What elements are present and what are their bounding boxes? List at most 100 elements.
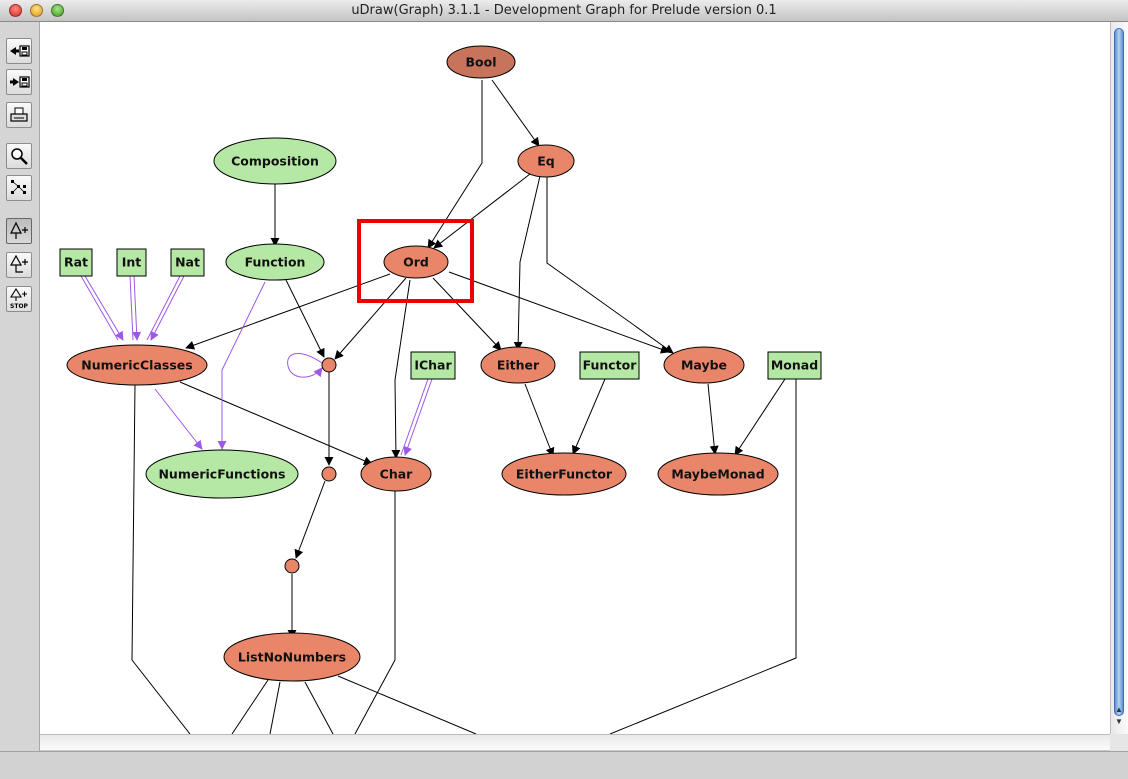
edge-either-eitherfunctor xyxy=(524,383,555,457)
edge-list-down-2 xyxy=(269,681,281,734)
graph-nodes: Bool Eq Composition Function Ord Rat Int… xyxy=(59,45,822,682)
edge-monad-down xyxy=(609,379,797,734)
development-graph: Bool Eq Composition Function Ord Rat Int… xyxy=(59,45,822,734)
definition-links xyxy=(131,79,797,734)
node-bool[interactable]: Bool xyxy=(446,45,516,79)
status-bar xyxy=(0,751,1128,779)
edge-ord-char xyxy=(391,279,411,459)
vertical-scrollbar[interactable]: ▲ ▼ xyxy=(1110,22,1128,734)
node-composition[interactable]: Composition xyxy=(213,137,337,185)
improve-layout-button[interactable] xyxy=(6,252,32,278)
layout-graph-button[interactable] xyxy=(6,175,32,201)
node-ichar[interactable]: IChar xyxy=(410,351,456,380)
layout-graph-icon xyxy=(11,180,26,194)
edge-node2-node3 xyxy=(294,480,326,559)
save-graph-button[interactable] xyxy=(6,69,32,95)
edge-int-numericclasses-b xyxy=(132,275,142,341)
window-title: uDraw(Graph) 3.1.1 - Development Graph f… xyxy=(351,3,777,18)
edge-function-numericfunctions xyxy=(217,281,266,450)
node-nat[interactable]: Nat xyxy=(170,248,205,277)
save-graph-icon xyxy=(10,76,30,88)
edge-maybe-maybemonad xyxy=(707,383,719,455)
vertical-scroll-thumb[interactable] xyxy=(1114,28,1124,716)
edge-ichar-char-b xyxy=(403,378,433,456)
node-numericclasses[interactable]: NumericClasses xyxy=(66,344,208,386)
node-monad[interactable]: Monad xyxy=(767,351,822,380)
node-internal-1[interactable] xyxy=(321,357,337,373)
load-graph-button[interactable] xyxy=(6,38,32,64)
print-button[interactable] xyxy=(6,102,32,128)
edge-ichar-char-a xyxy=(400,378,429,456)
edge-nat-numericclasses-b xyxy=(150,275,185,341)
edge-numericclasses-down xyxy=(131,383,191,734)
edge-rat-numericclasses-b xyxy=(84,275,124,341)
svg-text:Monad: Monad xyxy=(771,358,818,373)
node-maybe[interactable]: Maybe xyxy=(663,346,745,384)
improve-layout-icon xyxy=(9,254,28,273)
svg-text:Int: Int xyxy=(122,255,142,270)
svg-text:Bool: Bool xyxy=(466,55,497,70)
edge-rat-numericclasses-a xyxy=(80,275,119,341)
svg-text:NumericFunctions: NumericFunctions xyxy=(158,467,285,482)
svg-text:Functor: Functor xyxy=(583,358,638,373)
node-listnonumbers[interactable]: ListNoNumbers xyxy=(223,632,361,682)
node-internal-2[interactable] xyxy=(321,466,337,482)
node-char[interactable]: Char xyxy=(360,456,432,492)
svg-text:Maybe: Maybe xyxy=(681,358,727,373)
horizontal-scrollbar[interactable] xyxy=(40,734,1110,750)
node-internal-3[interactable] xyxy=(284,558,300,574)
node-function[interactable]: Function xyxy=(225,243,325,281)
svg-text:Composition: Composition xyxy=(231,154,319,169)
edge-function-node1 xyxy=(285,279,325,358)
edge-list-down-3 xyxy=(304,681,334,734)
zoom-button[interactable] xyxy=(6,143,32,169)
svg-text:Nat: Nat xyxy=(175,255,200,270)
left-toolbar: STOP xyxy=(0,22,40,752)
svg-text:Eq: Eq xyxy=(537,154,555,169)
load-graph-icon xyxy=(10,45,30,57)
edge-node1-selfloop xyxy=(287,353,323,378)
node-either[interactable]: Either xyxy=(480,346,556,384)
edge-bool-eq xyxy=(491,79,540,147)
edge-list-down-4 xyxy=(337,675,477,734)
svg-text:MaybeMonad: MaybeMonad xyxy=(671,467,764,482)
tree-layout-icon xyxy=(10,221,28,239)
node-functor[interactable]: Functor xyxy=(579,351,640,380)
node-int[interactable]: Int xyxy=(116,248,147,277)
node-eitherfunctor[interactable]: EitherFunctor xyxy=(501,452,627,496)
svg-text:IChar: IChar xyxy=(414,358,452,373)
zoom-icon xyxy=(11,148,28,165)
edge-functor-eitherfunctor xyxy=(572,378,606,455)
edge-eq-maybe xyxy=(546,177,674,354)
scroll-up-arrow[interactable]: ▲ xyxy=(1114,706,1124,714)
edge-int-numericclasses-a xyxy=(129,275,134,341)
edge-monad-maybemonad xyxy=(734,378,786,456)
svg-text:ListNoNumbers: ListNoNumbers xyxy=(238,650,346,665)
svg-text:EitherFunctor: EitherFunctor xyxy=(516,467,613,482)
node-eq[interactable]: Eq xyxy=(517,144,575,178)
svg-text:Char: Char xyxy=(380,467,414,482)
stop-button[interactable]: STOP xyxy=(6,286,32,312)
title-bar: uDraw(Graph) 3.1.1 - Development Graph f… xyxy=(0,0,1128,22)
node-rat[interactable]: Rat xyxy=(59,248,93,277)
node-maybemonad[interactable]: MaybeMonad xyxy=(657,452,779,496)
graph-canvas[interactable]: Bool Eq Composition Function Ord Rat Int… xyxy=(40,22,1110,734)
scroll-down-arrow[interactable]: ▼ xyxy=(1114,718,1124,726)
edge-eq-ord xyxy=(433,173,531,249)
edge-numericclasses-numericfunctions xyxy=(154,388,203,450)
edge-ord-maybe xyxy=(448,271,670,354)
svg-text:Function: Function xyxy=(245,255,306,270)
scroll-corner xyxy=(1110,734,1128,751)
svg-text:Rat: Rat xyxy=(64,255,88,270)
stop-icon: STOP xyxy=(10,287,29,310)
svg-text:NumericClasses: NumericClasses xyxy=(81,358,192,373)
stop-label: STOP xyxy=(10,303,29,310)
edge-list-down-1 xyxy=(231,679,269,734)
print-icon xyxy=(10,107,28,122)
node-ord[interactable]: Ord xyxy=(383,245,449,279)
node-numericfunctions[interactable]: NumericFunctions xyxy=(145,449,299,499)
svg-text:Either: Either xyxy=(497,358,540,373)
tree-layout-button[interactable] xyxy=(6,218,32,244)
svg-text:Ord: Ord xyxy=(403,255,429,270)
edge-nat-numericclasses-a xyxy=(146,275,181,341)
